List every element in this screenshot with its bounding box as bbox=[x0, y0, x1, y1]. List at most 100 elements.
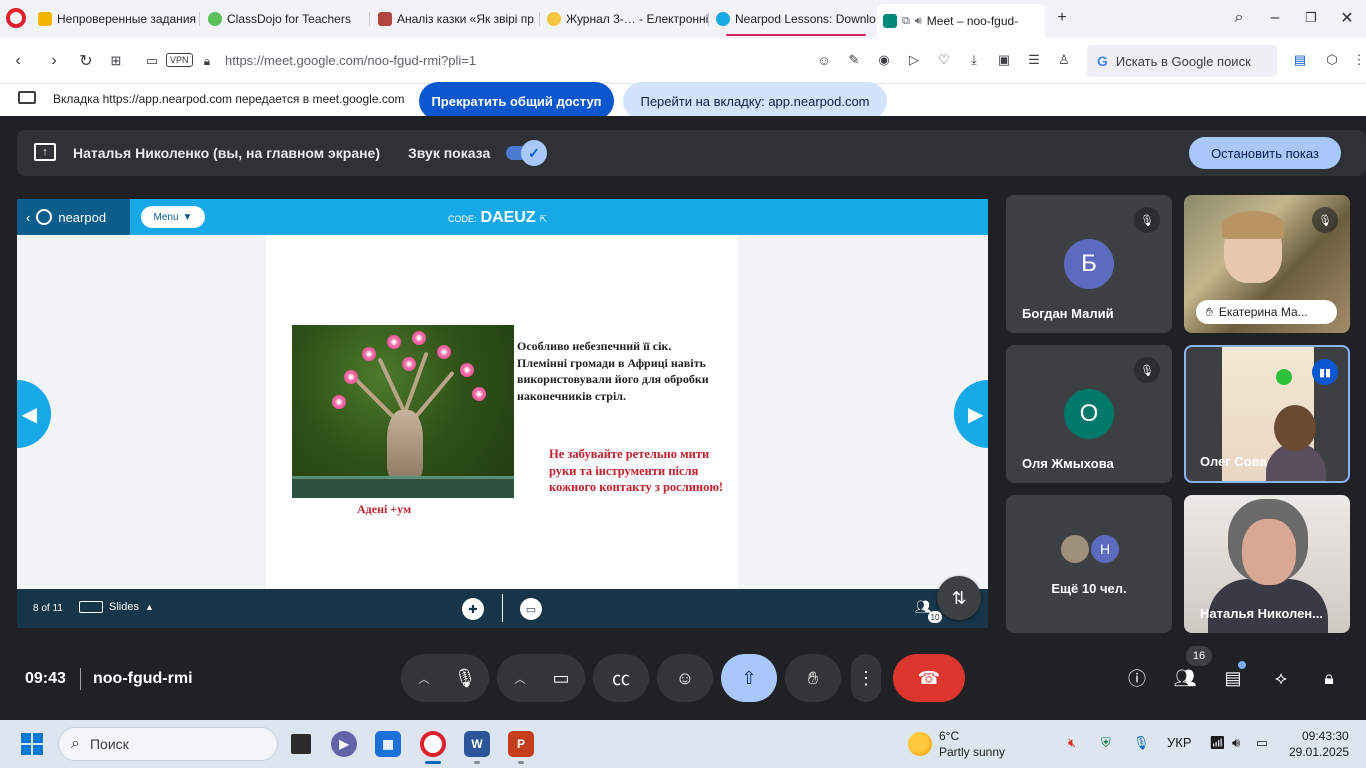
shared-screen: ‹ nearpod Menu ▼ CODE: DAEUZ ⇱ Адені +ум… bbox=[17, 199, 988, 628]
extensions-icon[interactable]: ⬡ bbox=[1323, 51, 1341, 69]
opera-logo-icon[interactable] bbox=[6, 8, 26, 28]
host-controls-icon[interactable]: 🔒︎ bbox=[1315, 664, 1343, 692]
microphone-icon[interactable]: 🎙︎ bbox=[437, 654, 493, 702]
chat-notification-dot bbox=[1238, 661, 1246, 669]
start-button[interactable] bbox=[21, 733, 43, 755]
teams-chat-icon[interactable]: ▶ bbox=[331, 731, 357, 757]
heart-icon[interactable]: ♡ bbox=[935, 51, 953, 69]
share-status-text: Вкладка https://app.nearpod.com передает… bbox=[53, 92, 405, 106]
lock-icon[interactable]: 🔒︎ bbox=[196, 50, 218, 72]
close-window-button[interactable]: ✕ bbox=[1337, 8, 1357, 28]
stop-sharing-button[interactable]: Прекратить общий доступ bbox=[419, 82, 614, 120]
participant-tile-self[interactable]: Наталья Николен... bbox=[1184, 495, 1350, 633]
video-popout-icon[interactable]: ▣ bbox=[995, 51, 1013, 69]
checkmark-icon[interactable]: ✓ bbox=[521, 140, 547, 166]
emoji-reactions-icon[interactable]: ☺ bbox=[657, 654, 713, 702]
tab-meet[interactable]: ⧉ 🔊︎ Meet – noo-fgud- bbox=[877, 4, 1045, 38]
download-icon[interactable]: ⤓ bbox=[965, 51, 983, 69]
back-chevron-icon[interactable]: ‹ bbox=[26, 210, 30, 225]
battery-icon[interactable]: ▭ bbox=[1256, 735, 1268, 751]
easy-setup-icon[interactable]: ☰ bbox=[1025, 51, 1043, 69]
nearpod-menu-button[interactable]: Menu ▼ bbox=[141, 206, 205, 228]
volume-muted-icon[interactable]: 🔇︎ bbox=[1068, 735, 1076, 751]
people-icon[interactable]: 👥︎ bbox=[1171, 664, 1199, 692]
stop-presenting-button[interactable]: Остановить показ bbox=[1189, 137, 1341, 169]
vpn-badge[interactable]: VPN bbox=[166, 53, 193, 67]
store-icon[interactable]: ▦ bbox=[375, 731, 401, 757]
google-search-field[interactable]: G Искать в Google поиск bbox=[1087, 45, 1277, 77]
camera-icon[interactable]: ▭ bbox=[141, 50, 163, 72]
cat-avatar bbox=[1059, 533, 1091, 565]
more-participants-tile[interactable]: Н Ещё 10 чел. bbox=[1006, 495, 1172, 633]
reload-button[interactable]: ↻ bbox=[75, 50, 97, 72]
camera-icon[interactable]: ▭ bbox=[533, 654, 589, 702]
profile-icon[interactable]: ♙ bbox=[1055, 51, 1073, 69]
new-tab-button[interactable]: + bbox=[1052, 8, 1072, 28]
forward-button[interactable]: › bbox=[43, 50, 65, 72]
weather-icon[interactable] bbox=[908, 732, 932, 756]
volume-icon[interactable]: 🔊︎ bbox=[1232, 735, 1240, 751]
activities-icon[interactable]: ⟡ bbox=[1267, 664, 1295, 692]
task-view-icon[interactable] bbox=[288, 731, 314, 757]
meeting-info-icon[interactable]: ⓘ bbox=[1123, 664, 1151, 692]
participant-tile-active-speaker[interactable]: ▮▮ Олег Сова bbox=[1184, 345, 1350, 483]
participant-tile[interactable]: Б 🎙︎ Богдан Малий bbox=[1006, 195, 1172, 333]
taskbar-search[interactable]: ⌕ Поиск bbox=[58, 727, 278, 761]
video-options-chevron-icon[interactable]: ︿ bbox=[505, 654, 535, 702]
tab-nearpod-lessons[interactable]: Nearpod Lessons: Downlo bbox=[710, 6, 876, 32]
clock-time[interactable]: 09:43:30 bbox=[1302, 729, 1349, 743]
raise-hand-icon[interactable]: ✋︎ bbox=[785, 654, 841, 702]
mic-off-icon: 🎙︎ bbox=[1134, 357, 1160, 383]
search-tabs-icon[interactable]: ⌕ bbox=[1229, 8, 1249, 28]
adenium-plant-image bbox=[292, 325, 514, 498]
more-options-icon[interactable]: ⋮ bbox=[851, 654, 881, 702]
avatar: Б bbox=[1064, 239, 1114, 289]
tab-title: Аналіз казки «Як звірі пр bbox=[397, 12, 534, 26]
participant-tile[interactable]: 🎙︎ ✋︎ Екатерина Ма... bbox=[1184, 195, 1350, 333]
leave-call-button[interactable]: ☎︎ bbox=[893, 654, 965, 702]
swap-layout-icon[interactable]: ⇅ bbox=[937, 576, 981, 620]
whiteboard-icon[interactable]: ▭ bbox=[520, 598, 542, 620]
students-count: 10 bbox=[928, 611, 942, 623]
edit-icon[interactable]: ✎ bbox=[845, 51, 863, 69]
wifi-icon[interactable]: 📶︎ bbox=[1209, 735, 1226, 751]
microphone-tray-icon[interactable]: 🎙︎ bbox=[1133, 735, 1150, 751]
clock-date[interactable]: 29.01.2025 bbox=[1289, 745, 1349, 759]
participant-name: Наталья Николен... bbox=[1200, 606, 1323, 621]
back-button[interactable]: ‹ bbox=[7, 50, 29, 72]
tabs-grid-icon[interactable]: ⊞ bbox=[105, 50, 127, 72]
emoji-icon[interactable]: ☺ bbox=[815, 51, 833, 69]
tab-unchecked-tasks[interactable]: Непроверенные задания bbox=[32, 6, 200, 32]
send-icon[interactable]: ▷ bbox=[905, 51, 923, 69]
security-icon[interactable]: ⛨ bbox=[1101, 735, 1111, 751]
tab-fairy-tale-analysis[interactable]: Аналіз казки «Як звірі пр bbox=[372, 6, 540, 32]
tab-classdojo[interactable]: ClassDojo for Teachers bbox=[202, 6, 370, 32]
participant-name: Богдан Малий bbox=[1022, 306, 1114, 321]
tab-journal[interactable]: Журнал 3-… - Електронні bbox=[541, 6, 709, 32]
weather-description: Partly sunny bbox=[939, 745, 1006, 759]
sidebar-icon[interactable]: ▤ bbox=[1291, 51, 1309, 69]
restore-button[interactable]: ❐ bbox=[1301, 8, 1321, 28]
session-code[interactable]: CODE: DAEUZ ⇱ bbox=[448, 209, 547, 227]
speaker-icon[interactable]: 🔊︎ bbox=[915, 15, 922, 28]
classdojo-favicon-icon bbox=[208, 12, 222, 26]
participant-tile[interactable]: О 🎙︎ Оля Жмыхова bbox=[1006, 345, 1172, 483]
audio-options-chevron-icon[interactable]: ︿ bbox=[409, 654, 439, 702]
opera-taskbar-icon[interactable] bbox=[420, 731, 446, 757]
word-icon[interactable]: W bbox=[464, 731, 490, 757]
puzzle-icon[interactable]: ✚ bbox=[462, 598, 484, 620]
menu-dots-icon[interactable]: ⋮ bbox=[1350, 51, 1366, 69]
present-screen-button[interactable]: ⇧ bbox=[721, 654, 777, 702]
powerpoint-icon[interactable]: P bbox=[508, 731, 534, 757]
language-indicator[interactable]: УКР bbox=[1167, 735, 1192, 750]
avatar: О bbox=[1064, 389, 1114, 439]
go-to-tab-button[interactable]: Перейти на вкладку: app.nearpod.com bbox=[623, 82, 887, 120]
url-field[interactable]: https://meet.google.com/noo-fgud-rmi?pli… bbox=[225, 53, 476, 68]
popout-icon[interactable]: ⧉ bbox=[902, 15, 910, 28]
captions-icon[interactable]: ㏄ bbox=[593, 654, 649, 702]
nearpod-logo-icon bbox=[36, 209, 53, 225]
nearpod-logo-area[interactable]: ‹ nearpod bbox=[17, 199, 130, 235]
slides-toggle[interactable]: Slides ▲ bbox=[79, 601, 154, 613]
snapshot-icon[interactable]: ◉ bbox=[875, 51, 893, 69]
minimize-button[interactable]: – bbox=[1265, 8, 1285, 28]
